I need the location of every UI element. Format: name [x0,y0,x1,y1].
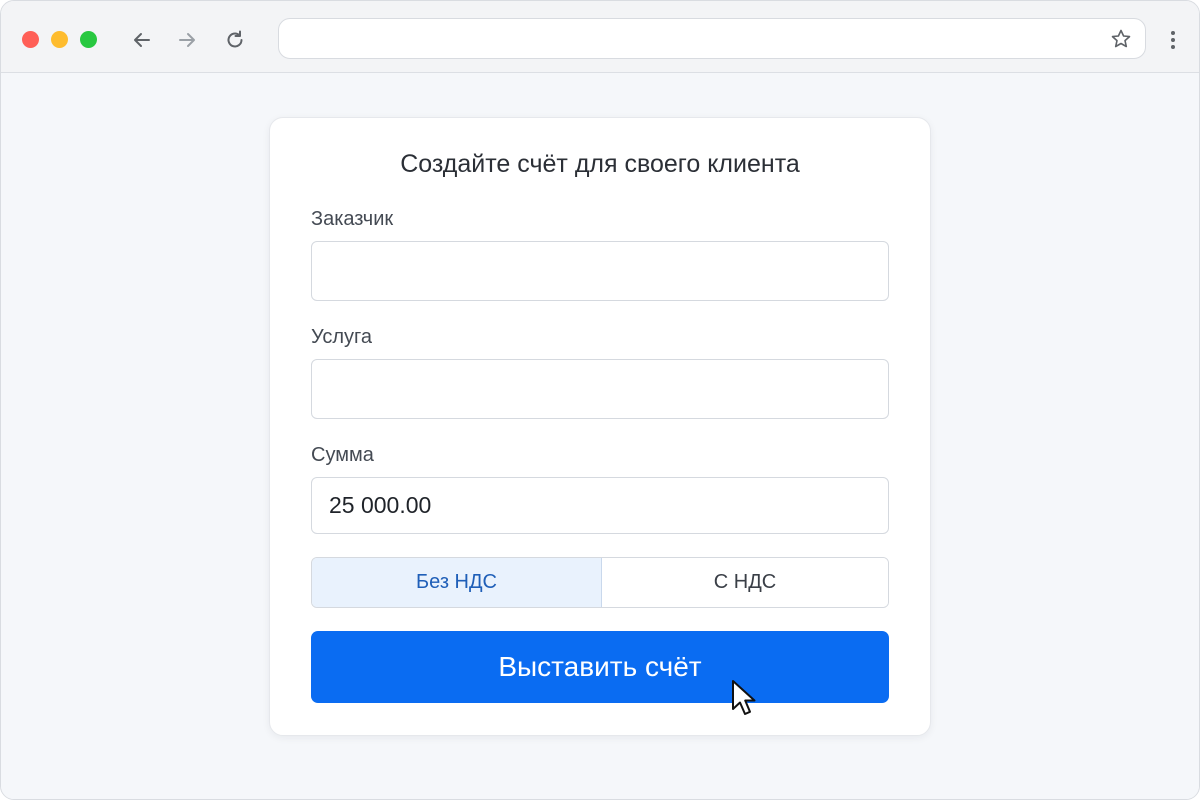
amount-label: Сумма [311,444,374,466]
page-content: Создайте счёт для своего клиента Заказчи… [1,73,1199,799]
vat-option-without[interactable]: Без НДС [312,558,602,607]
url-input[interactable] [295,19,1099,60]
forward-button[interactable] [173,26,201,54]
issue-invoice-button[interactable]: Выставить счёт [311,631,889,703]
customer-input[interactable] [311,241,889,301]
address-bar[interactable] [278,18,1146,60]
reload-icon [227,30,243,48]
invoice-form-card: Создайте счёт для своего клиента Заказчи… [269,117,931,736]
arrow-right-icon [179,33,195,47]
vat-toggle: Без НДС С НДС [311,557,889,608]
kebab-menu-icon [1171,31,1175,49]
close-window-button[interactable] [22,31,39,48]
browser-toolbar [1,1,1199,73]
minimize-window-button[interactable] [51,31,68,48]
mouse-pointer-icon [732,680,756,715]
browser-window: Создайте счёт для своего клиента Заказчи… [0,0,1200,800]
reload-button[interactable] [221,26,249,54]
service-label: Услуга [311,326,373,348]
maximize-window-button[interactable] [80,31,97,48]
form-title: Создайте счёт для своего клиента [400,150,800,178]
customer-label: Заказчик [311,208,394,230]
arrow-left-icon [134,33,150,47]
amount-input[interactable] [311,477,889,534]
back-button[interactable] [128,26,156,54]
service-input[interactable] [311,359,889,419]
browser-menu-button[interactable] [1161,26,1185,54]
star-icon [1111,29,1131,48]
bookmark-button[interactable] [1109,27,1133,51]
vat-option-with[interactable]: С НДС [602,558,888,607]
